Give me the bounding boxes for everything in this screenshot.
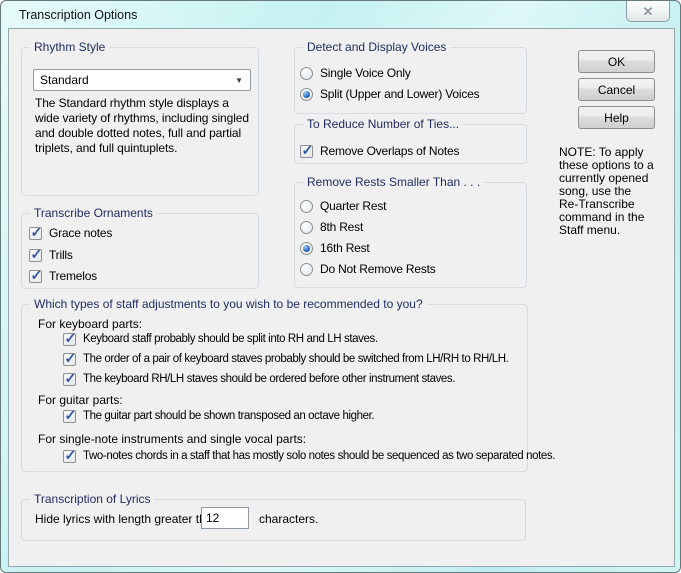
radio-quarter-rest[interactable]: Quarter Rest bbox=[300, 198, 386, 214]
cancel-button[interactable]: Cancel bbox=[578, 78, 655, 101]
checkbox-icon bbox=[29, 249, 42, 262]
radio-do-not-remove-rests[interactable]: Do Not Remove Rests bbox=[300, 261, 436, 277]
checkbox-icon bbox=[63, 333, 76, 346]
lyrics-group-label: Transcription of Lyrics bbox=[30, 492, 154, 506]
radio-8th-rest[interactable]: 8th Rest bbox=[300, 219, 363, 235]
radio-split-voices[interactable]: Split (Upper and Lower) Voices bbox=[300, 86, 479, 102]
checkbox-remove-overlaps[interactable]: Remove Overlaps of Notes bbox=[300, 143, 459, 159]
checkbox-label: Trills bbox=[49, 248, 73, 262]
checkbox-trills[interactable]: Trills bbox=[29, 247, 73, 263]
rhythm-style-description: The Standard rhythm style displays a wid… bbox=[35, 96, 255, 156]
checkbox-label: The guitar part should be shown transpos… bbox=[83, 410, 374, 422]
keyboard-parts-heading: For keyboard parts: bbox=[38, 317, 142, 331]
checkbox-label: Remove Overlaps of Notes bbox=[320, 144, 459, 158]
radio-icon bbox=[300, 263, 313, 276]
lyrics-length-input[interactable] bbox=[201, 507, 249, 529]
checkbox-icon bbox=[29, 270, 42, 283]
checkbox-guitar-transpose-octave[interactable]: The guitar part should be shown transpos… bbox=[63, 408, 374, 424]
checkbox-grace-notes[interactable]: Grace notes bbox=[29, 225, 112, 241]
staff-adjustments-group-label: Which types of staff adjustments to you … bbox=[30, 297, 427, 311]
checkbox-tremelos[interactable]: Tremelos bbox=[29, 268, 97, 284]
radio-icon bbox=[300, 67, 313, 80]
checkbox-keyboard-split-rh-lh[interactable]: Keyboard staff probably should be split … bbox=[63, 331, 378, 347]
single-note-parts-heading: For single-note instruments and single v… bbox=[38, 432, 306, 446]
help-button[interactable]: Help bbox=[578, 106, 655, 129]
checkbox-icon bbox=[63, 353, 76, 366]
note-text: NOTE: To apply these options to a curren… bbox=[559, 146, 675, 237]
checkbox-label: Two-notes chords in a staff that has mos… bbox=[83, 450, 555, 462]
checkbox-icon bbox=[63, 410, 76, 423]
radio-icon bbox=[300, 221, 313, 234]
radio-label: 8th Rest bbox=[320, 220, 363, 234]
radio-label: Single Voice Only bbox=[320, 66, 411, 80]
checkbox-icon bbox=[63, 450, 76, 463]
ok-button[interactable]: OK bbox=[578, 50, 655, 73]
radio-icon bbox=[300, 200, 313, 213]
remove-rests-group-label: Remove Rests Smaller Than . . . bbox=[303, 175, 484, 189]
chevron-down-icon: ▼ bbox=[235, 76, 243, 85]
checkbox-keyboard-order-first[interactable]: The keyboard RH/LH staves should be orde… bbox=[63, 371, 455, 387]
reduce-ties-group-label: To Reduce Number of Ties... bbox=[303, 117, 463, 131]
rhythm-style-combobox[interactable]: Standard ▼ bbox=[33, 69, 251, 91]
radio-label: Split (Upper and Lower) Voices bbox=[320, 87, 479, 101]
lyrics-suffix-label: characters. bbox=[259, 512, 318, 526]
checkbox-two-note-chords[interactable]: Two-notes chords in a staff that has mos… bbox=[63, 448, 555, 464]
checkbox-icon bbox=[300, 145, 313, 158]
rhythm-style-combo-value: Standard bbox=[40, 73, 89, 87]
radio-label: 16th Rest bbox=[320, 241, 370, 255]
transcribe-ornaments-group-label: Transcribe Ornaments bbox=[30, 206, 157, 220]
rhythm-style-group-label: Rhythm Style bbox=[30, 40, 109, 54]
radio-16th-rest[interactable]: 16th Rest bbox=[300, 240, 370, 256]
checkbox-icon bbox=[29, 227, 42, 240]
transcription-options-dialog: Transcription Options ✕ Rhythm Style Sta… bbox=[0, 0, 681, 573]
radio-icon bbox=[300, 88, 313, 101]
checkbox-keyboard-switch-order[interactable]: The order of a pair of keyboard staves p… bbox=[63, 351, 508, 367]
guitar-parts-heading: For guitar parts: bbox=[38, 393, 123, 407]
checkbox-icon bbox=[63, 373, 76, 386]
radio-single-voice-only[interactable]: Single Voice Only bbox=[300, 65, 411, 81]
detect-voices-group-label: Detect and Display Voices bbox=[303, 40, 450, 54]
checkbox-label: Tremelos bbox=[49, 269, 97, 283]
radio-label: Do Not Remove Rests bbox=[320, 262, 436, 276]
lyrics-prefix-label: Hide lyrics with length greater than: bbox=[35, 512, 222, 526]
radio-label: Quarter Rest bbox=[320, 199, 386, 213]
checkbox-label: The keyboard RH/LH staves should be orde… bbox=[83, 373, 455, 385]
checkbox-label: The order of a pair of keyboard staves p… bbox=[83, 353, 508, 365]
checkbox-label: Grace notes bbox=[49, 226, 112, 240]
radio-icon bbox=[300, 242, 313, 255]
checkbox-label: Keyboard staff probably should be split … bbox=[83, 333, 378, 345]
